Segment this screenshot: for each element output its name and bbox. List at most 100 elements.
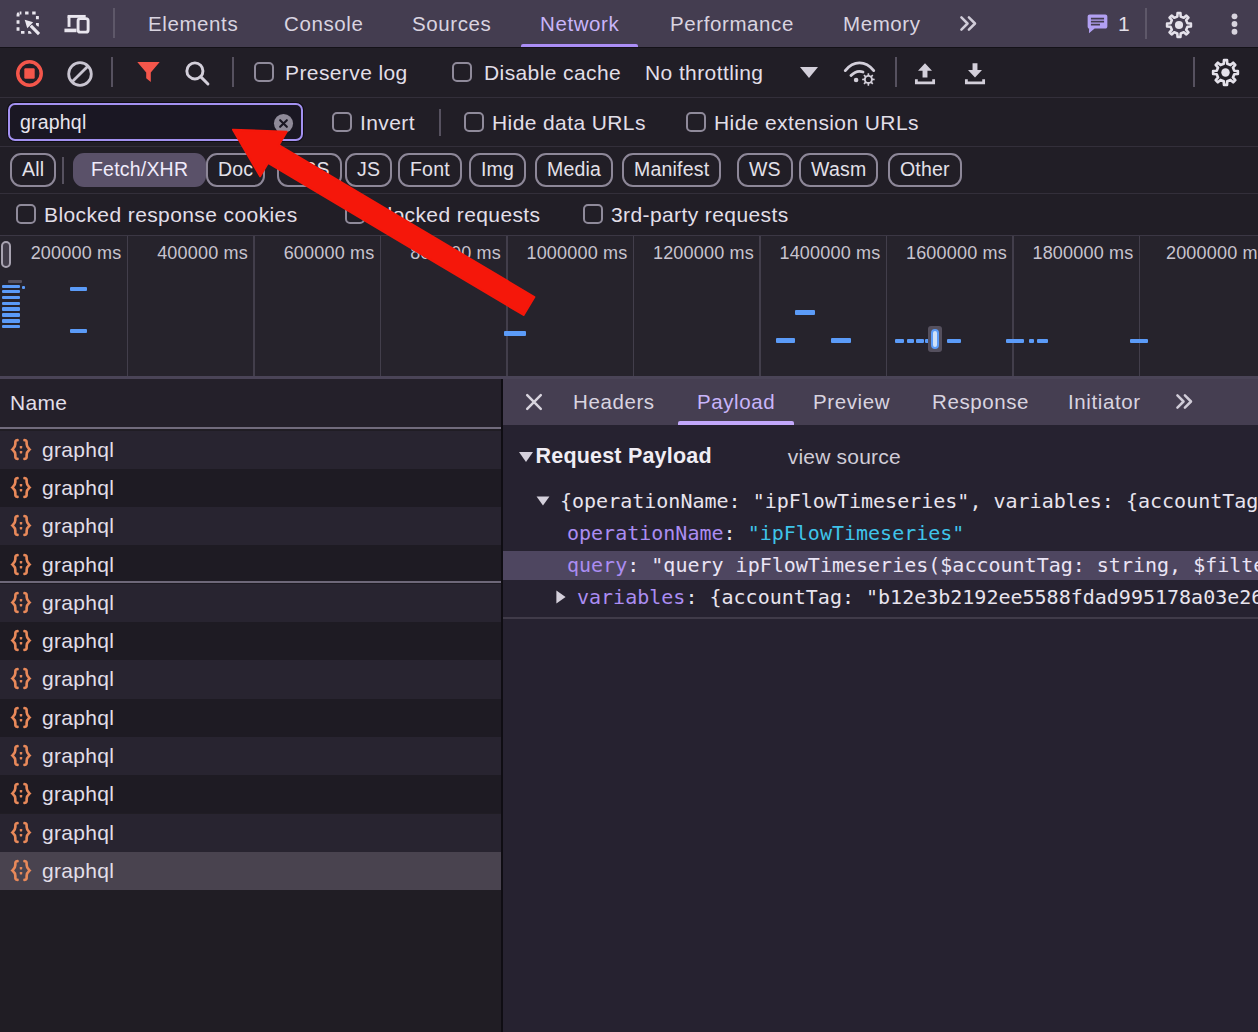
details-tab-headers[interactable]: Headers [573,379,655,425]
payload-tree-row[interactable]: operationName: "ipFlowTimeseries" [503,519,1258,548]
request-row[interactable]: graphql [0,584,501,622]
request-name: graphql [42,667,114,691]
details-tab-initiator[interactable]: Initiator [1068,379,1141,425]
more-options-button[interactable] [1219,9,1249,39]
third-party-requests-label[interactable]: 3rd-party requests [611,203,789,227]
request-row[interactable]: graphql [0,852,501,890]
payload-tree-row[interactable]: {operationName: "ipFlowTimeseries", vari… [503,487,1258,516]
details-tab-payload[interactable]: Payload [697,379,775,425]
network-settings-button[interactable] [1211,58,1240,87]
overview-request-mark [895,339,904,344]
third-party-requests-checkbox[interactable] [583,204,603,224]
panel-tab-elements[interactable]: Elements [148,0,238,47]
request-name: graphql [42,821,114,845]
filter-input[interactable]: graphql [8,103,303,141]
request-row[interactable]: graphql [0,699,501,737]
request-name: graphql [42,859,114,883]
network-conditions-button[interactable] [842,57,877,88]
payload-tree-row[interactable]: variables: {accountTag: "b12e3b2192ee558… [503,583,1258,612]
issues-message-bubble-icon [1086,12,1109,35]
hide-extension-urls-checkbox[interactable] [686,112,706,132]
tree-expander-down-icon[interactable] [536,496,549,505]
overview-request-mark [1029,339,1034,344]
request-row[interactable]: graphql [0,660,501,698]
more-panels-button[interactable] [955,0,982,47]
network-overview-timeline[interactable]: 200000 ms400000 ms600000 ms800000 ms1000… [0,235,1258,376]
requests-group-divider [0,581,501,583]
section-expander-triangle-icon[interactable] [519,452,533,462]
clear-icon [66,60,94,88]
overview-gridline [506,236,508,376]
details-tab-response[interactable]: Response [932,379,1029,425]
overview-window-handle[interactable] [1,241,11,268]
panel-tab-network[interactable]: Network [540,0,619,47]
payload-tree-text: variables: {accountTag: "b12e3b2192ee558… [577,585,1258,609]
column-header-name[interactable]: Name [0,379,501,429]
export-har-button[interactable] [961,59,989,87]
type-filter-chip-img[interactable]: Img [469,153,526,187]
type-filter-chip-font[interactable]: Font [398,153,462,187]
tree-expander-right-icon[interactable] [556,591,565,604]
blocked-requests-checkbox[interactable] [345,204,365,224]
preserve-log-checkbox[interactable] [254,62,274,82]
type-filter-chip-other[interactable]: Other [888,153,962,187]
disable-cache-checkbox[interactable] [452,62,472,82]
search-network-button[interactable] [183,59,211,87]
payload-tree-row[interactable]: query: "query ipFlowTimeseries($accountT… [503,551,1258,580]
overview-gridline [253,236,255,376]
overview-request-mark [8,280,22,283]
braces-xhr-icon [9,591,33,615]
filter-toggle-button[interactable] [136,60,161,84]
invert-checkbox[interactable] [332,112,352,132]
panel-tab-console[interactable]: Console [284,0,363,47]
settings-gear-button[interactable] [1164,10,1194,40]
panel-tab-sources[interactable]: Sources [412,0,491,47]
request-row[interactable]: graphql [0,469,501,507]
view-source-link[interactable]: view source [788,445,901,469]
details-tab-preview[interactable]: Preview [813,379,890,425]
hide-data-urls-label[interactable]: Hide data URLs [492,111,646,135]
request-row[interactable]: graphql [0,545,501,583]
braces-xhr-icon [9,476,33,500]
request-row[interactable]: graphql [0,775,501,813]
panel-tab-memory[interactable]: Memory [843,0,921,47]
type-filter-chip-media[interactable]: Media [535,153,613,187]
inspect-element-button[interactable] [14,9,44,39]
issues-counter-button[interactable]: 1 [1086,0,1130,47]
invert-label[interactable]: Invert [360,111,415,135]
preserve-log-label[interactable]: Preserve log [285,61,408,85]
blocked-response-cookies-checkbox[interactable] [16,204,36,224]
device-toolbar-button[interactable] [62,9,92,39]
blocked-requests-label[interactable]: Blocked requests [373,203,541,227]
request-payload-section[interactable]: Request Payload view source [503,435,1258,479]
type-filter-chip-css[interactable]: CSS [277,153,342,187]
request-row[interactable]: graphql [0,507,501,545]
import-har-button[interactable] [911,59,939,87]
overview-request-mark [2,307,20,311]
overview-tick-label: 2000000 ms [1166,243,1258,264]
type-filter-chip-fetch-xhr[interactable]: Fetch/XHR [73,153,206,187]
request-row[interactable]: graphql [0,814,501,852]
request-name: graphql [42,438,114,462]
clear-network-log-button[interactable] [66,60,94,88]
record-network-log-button[interactable] [15,59,44,88]
disable-cache-label[interactable]: Disable cache [484,61,621,85]
request-row[interactable]: graphql [0,622,501,660]
type-filter-chip-js[interactable]: JS [345,153,392,187]
hide-data-urls-checkbox[interactable] [464,112,484,132]
overview-request-mark [1006,339,1024,344]
hide-extension-urls-label[interactable]: Hide extension URLs [714,111,919,135]
type-filter-chip-manifest[interactable]: Manifest [622,153,721,187]
type-filter-chip-ws[interactable]: WS [737,153,793,187]
panel-tab-performance[interactable]: Performance [670,0,794,47]
type-filter-chip-all[interactable]: All [10,153,56,187]
type-filter-chip-wasm[interactable]: Wasm [799,153,878,187]
type-filter-chip-doc[interactable]: Doc [206,153,265,187]
close-details-button[interactable] [522,390,546,414]
request-row[interactable]: graphql [0,737,501,775]
toolbar-divider [1145,8,1147,39]
more-detail-tabs-button[interactable] [1171,379,1198,425]
request-row[interactable]: graphql [0,431,501,469]
clear-filter-button[interactable] [273,113,294,134]
blocked-response-cookies-label[interactable]: Blocked response cookies [44,203,298,227]
